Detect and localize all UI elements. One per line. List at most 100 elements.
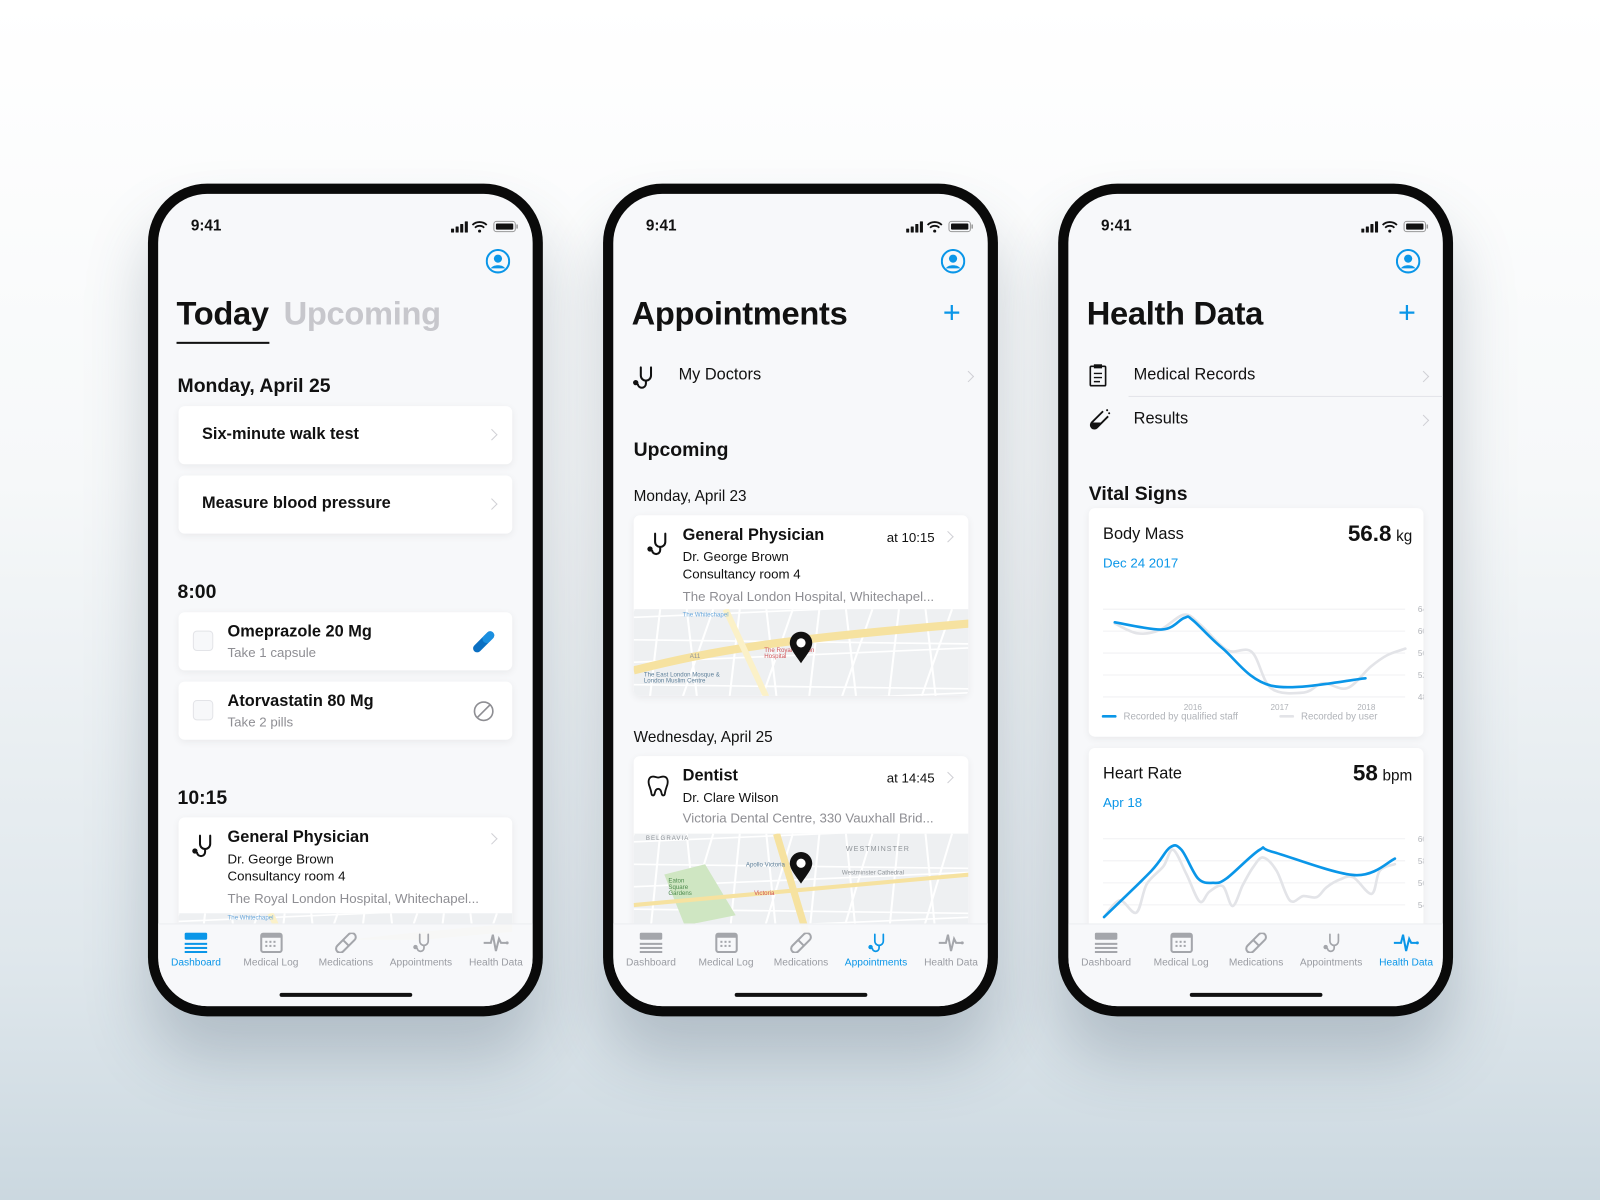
- body-mass-card[interactable]: Body Mass 56.8 kg Dec 24 2017 6460565248…: [1088, 508, 1424, 737]
- room: Consultancy room 4: [682, 566, 801, 582]
- time-heading: 8:00: [177, 581, 217, 604]
- tab-dashboard[interactable]: Dashboard: [159, 932, 232, 969]
- clipboard-icon: [1089, 364, 1107, 387]
- home-indicator[interactable]: [1189, 992, 1323, 997]
- heart-rate-card[interactable]: Heart Rate 58 bpm Apr 18 60585654: [1088, 747, 1424, 953]
- screen: 9:41 Health Data + Medical Records Resul…: [1068, 193, 1443, 1007]
- wifi-icon: [471, 221, 488, 229]
- tab-medications[interactable]: Medications: [1219, 932, 1292, 969]
- signal-icon: [1361, 221, 1379, 233]
- status-icons: [906, 219, 973, 237]
- phone-dashboard: 9:41 Today Upcoming Monday, April 25 Six…: [147, 183, 543, 1017]
- pill-icon[interactable]: [472, 631, 495, 653]
- pill-icon: [790, 932, 812, 954]
- medication-card[interactable]: Atorvastatin 80 Mg Take 2 pills: [178, 681, 513, 740]
- calendar-icon: [259, 932, 283, 954]
- profile-avatar-icon[interactable]: [940, 248, 966, 274]
- map-label: BELGRAVIA: [645, 835, 690, 842]
- divider: [1128, 395, 1443, 397]
- tab-health-data[interactable]: Health Data: [914, 933, 987, 968]
- dashboard-icon: [1094, 932, 1118, 954]
- chevron-right-icon: [486, 832, 498, 845]
- tab-health-data[interactable]: Health Data: [459, 933, 532, 968]
- stethoscope-icon: [191, 834, 213, 864]
- y-tick-label: 60: [1418, 835, 1424, 844]
- tab-upcoming[interactable]: Upcoming: [284, 295, 441, 332]
- active-segment-indicator: [176, 341, 270, 344]
- legend-label: Recorded by user: [1301, 711, 1378, 722]
- skipped-icon[interactable]: [472, 700, 494, 722]
- tab-dashboard[interactable]: Dashboard: [614, 932, 687, 968]
- results-row[interactable]: Results: [1068, 399, 1442, 440]
- segmented-title: Today Upcoming: [177, 295, 442, 333]
- appointment-card[interactable]: General Physician Dr. George Brown Consu…: [178, 817, 513, 940]
- tab-dashboard[interactable]: Dashboard: [1069, 932, 1142, 969]
- map-label: WESTMINSTER: [845, 845, 910, 854]
- tab-label: Medical Log: [698, 957, 754, 969]
- day-heading: Wednesday, April 25: [633, 728, 773, 746]
- medical-records-row[interactable]: Medical Records: [1068, 355, 1442, 396]
- appointment-card[interactable]: Dentist at 14:45 Dr. Clare Wilson Victor…: [633, 756, 969, 940]
- date-heading: Monday, April 25: [177, 375, 331, 397]
- medication-card[interactable]: Omeprazole 20 Mg Take 1 capsule: [178, 612, 513, 671]
- tab-medications[interactable]: Medications: [309, 932, 382, 968]
- chevron-right-icon: [486, 498, 498, 510]
- location: The Royal London Hospital, Whitechapel..…: [227, 890, 479, 907]
- chevron-right-icon: [942, 771, 954, 784]
- task-card[interactable]: Measure blood pressure: [178, 475, 513, 534]
- section-heading: Upcoming: [633, 439, 729, 462]
- location: Victoria Dental Centre, 330 Vauxhall Bri…: [682, 810, 934, 826]
- add-health-data-button[interactable]: +: [1398, 296, 1416, 331]
- status-time: 9:41: [190, 217, 222, 235]
- tab-medical-log[interactable]: Medical Log: [1144, 932, 1217, 968]
- medication-checkbox[interactable]: [192, 699, 214, 721]
- appointment-card[interactable]: General Physician at 10:15 Dr. George Br…: [633, 515, 969, 696]
- results-label: Results: [1133, 410, 1189, 428]
- appointment-time: at 10:15: [886, 529, 935, 545]
- status-time: 9:41: [1101, 217, 1132, 235]
- doctor-name: Dr. Clare Wilson: [682, 789, 779, 806]
- room: Consultancy room 4: [227, 868, 346, 884]
- home-indicator[interactable]: [279, 992, 413, 997]
- tab-health-data[interactable]: Health Data: [1369, 933, 1442, 968]
- profile-avatar-icon[interactable]: [485, 248, 511, 274]
- tab-appointments[interactable]: Appointments: [384, 933, 457, 968]
- calendar-icon: [1169, 932, 1193, 954]
- appointment-title: Dentist: [682, 767, 738, 785]
- stethoscope-icon: [1322, 933, 1339, 953]
- tab-today[interactable]: Today: [177, 295, 270, 332]
- profile-avatar-icon[interactable]: [1395, 248, 1421, 274]
- my-doctors-row[interactable]: My Doctors: [613, 355, 987, 396]
- map-label: Victoria: [754, 890, 775, 897]
- map-preview[interactable]: WESTMINSTER Westminster Cathedral Apollo…: [633, 833, 969, 936]
- y-tick-label: 54: [1418, 901, 1424, 910]
- screen: 9:41 Today Upcoming Monday, April 25 Six…: [158, 193, 533, 1007]
- medication-checkbox[interactable]: [192, 630, 214, 652]
- tab-label: Medications: [1228, 957, 1284, 969]
- page-title: Health Data: [1086, 294, 1264, 332]
- tab-medical-log[interactable]: Medical Log: [234, 932, 307, 968]
- tab-medical-log[interactable]: Medical Log: [689, 932, 762, 969]
- add-appointment-button[interactable]: +: [943, 296, 961, 331]
- chevron-right-icon: [1417, 370, 1430, 383]
- y-tick-label: 52: [1418, 671, 1424, 680]
- map-label: A11: [689, 654, 701, 661]
- pill-icon: [335, 932, 357, 954]
- task-card[interactable]: Six-minute walk test: [178, 406, 513, 465]
- y-tick-label: 58: [1418, 857, 1424, 866]
- map-preview[interactable]: The Royal London Hospital The East Londo…: [633, 609, 969, 696]
- tab-appointments[interactable]: Appointments: [839, 933, 912, 969]
- series-line-recorded-by-qualified-staff: [1113, 615, 1367, 689]
- map-label: Apollo Victoria: [745, 862, 785, 869]
- tab-appointments[interactable]: Appointments: [1294, 933, 1367, 968]
- tab-label: Dashboard: [1081, 957, 1132, 969]
- home-indicator[interactable]: [734, 992, 868, 997]
- map-label: The Whitechapel: [227, 915, 274, 922]
- tab-label: Medications: [773, 957, 829, 969]
- tab-medications[interactable]: Medications: [764, 932, 837, 969]
- x-tick-label: 2017: [1271, 703, 1290, 712]
- chevron-right-icon: [1417, 414, 1430, 427]
- battery-icon: [948, 220, 973, 233]
- tab-label: Appointments: [844, 957, 908, 969]
- tab-label: Dashboard: [170, 957, 221, 969]
